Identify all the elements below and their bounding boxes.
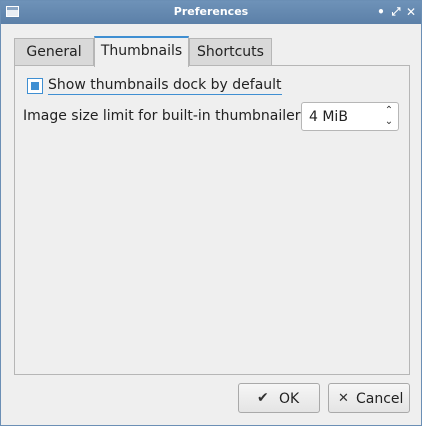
minimize-icon[interactable]: •	[374, 4, 388, 20]
thumbnails-panel: Show thumbnails dock by default Image si…	[14, 65, 410, 375]
size-limit-spinbox[interactable]: 4 MiB ⌃ ⌄	[301, 102, 399, 131]
show-dock-checkbox[interactable]	[27, 78, 43, 94]
ok-button[interactable]: ✔ OK	[238, 383, 320, 413]
tab-thumbnails[interactable]: Thumbnails	[94, 36, 189, 67]
size-limit-value[interactable]: 4 MiB	[309, 109, 348, 125]
tab-shortcuts[interactable]: Shortcuts	[189, 38, 272, 65]
cancel-button[interactable]: ✕ Cancel	[328, 383, 410, 413]
checkbox-checked-icon	[31, 82, 39, 90]
maximize-icon[interactable]: ⤢	[389, 4, 403, 20]
show-dock-label[interactable]: Show thumbnails dock by default	[48, 77, 282, 95]
cancel-x-icon: ✕	[338, 391, 349, 406]
cancel-button-label: Cancel	[356, 391, 404, 407]
ok-button-label: OK	[279, 391, 300, 407]
window-title: Preferences	[173, 5, 249, 18]
tab-general[interactable]: General	[14, 38, 94, 65]
check-icon: ✔	[257, 390, 269, 406]
close-icon[interactable]: ✕	[404, 4, 418, 20]
size-limit-label: Image size limit for built-in thumbnaile…	[23, 108, 305, 124]
chevron-down-icon[interactable]: ⌄	[382, 116, 396, 128]
preferences-window: Preferences • ⤢ ✕ General Thumbnails Sho…	[0, 0, 422, 426]
title-bar[interactable]: Preferences • ⤢ ✕	[1, 1, 421, 24]
